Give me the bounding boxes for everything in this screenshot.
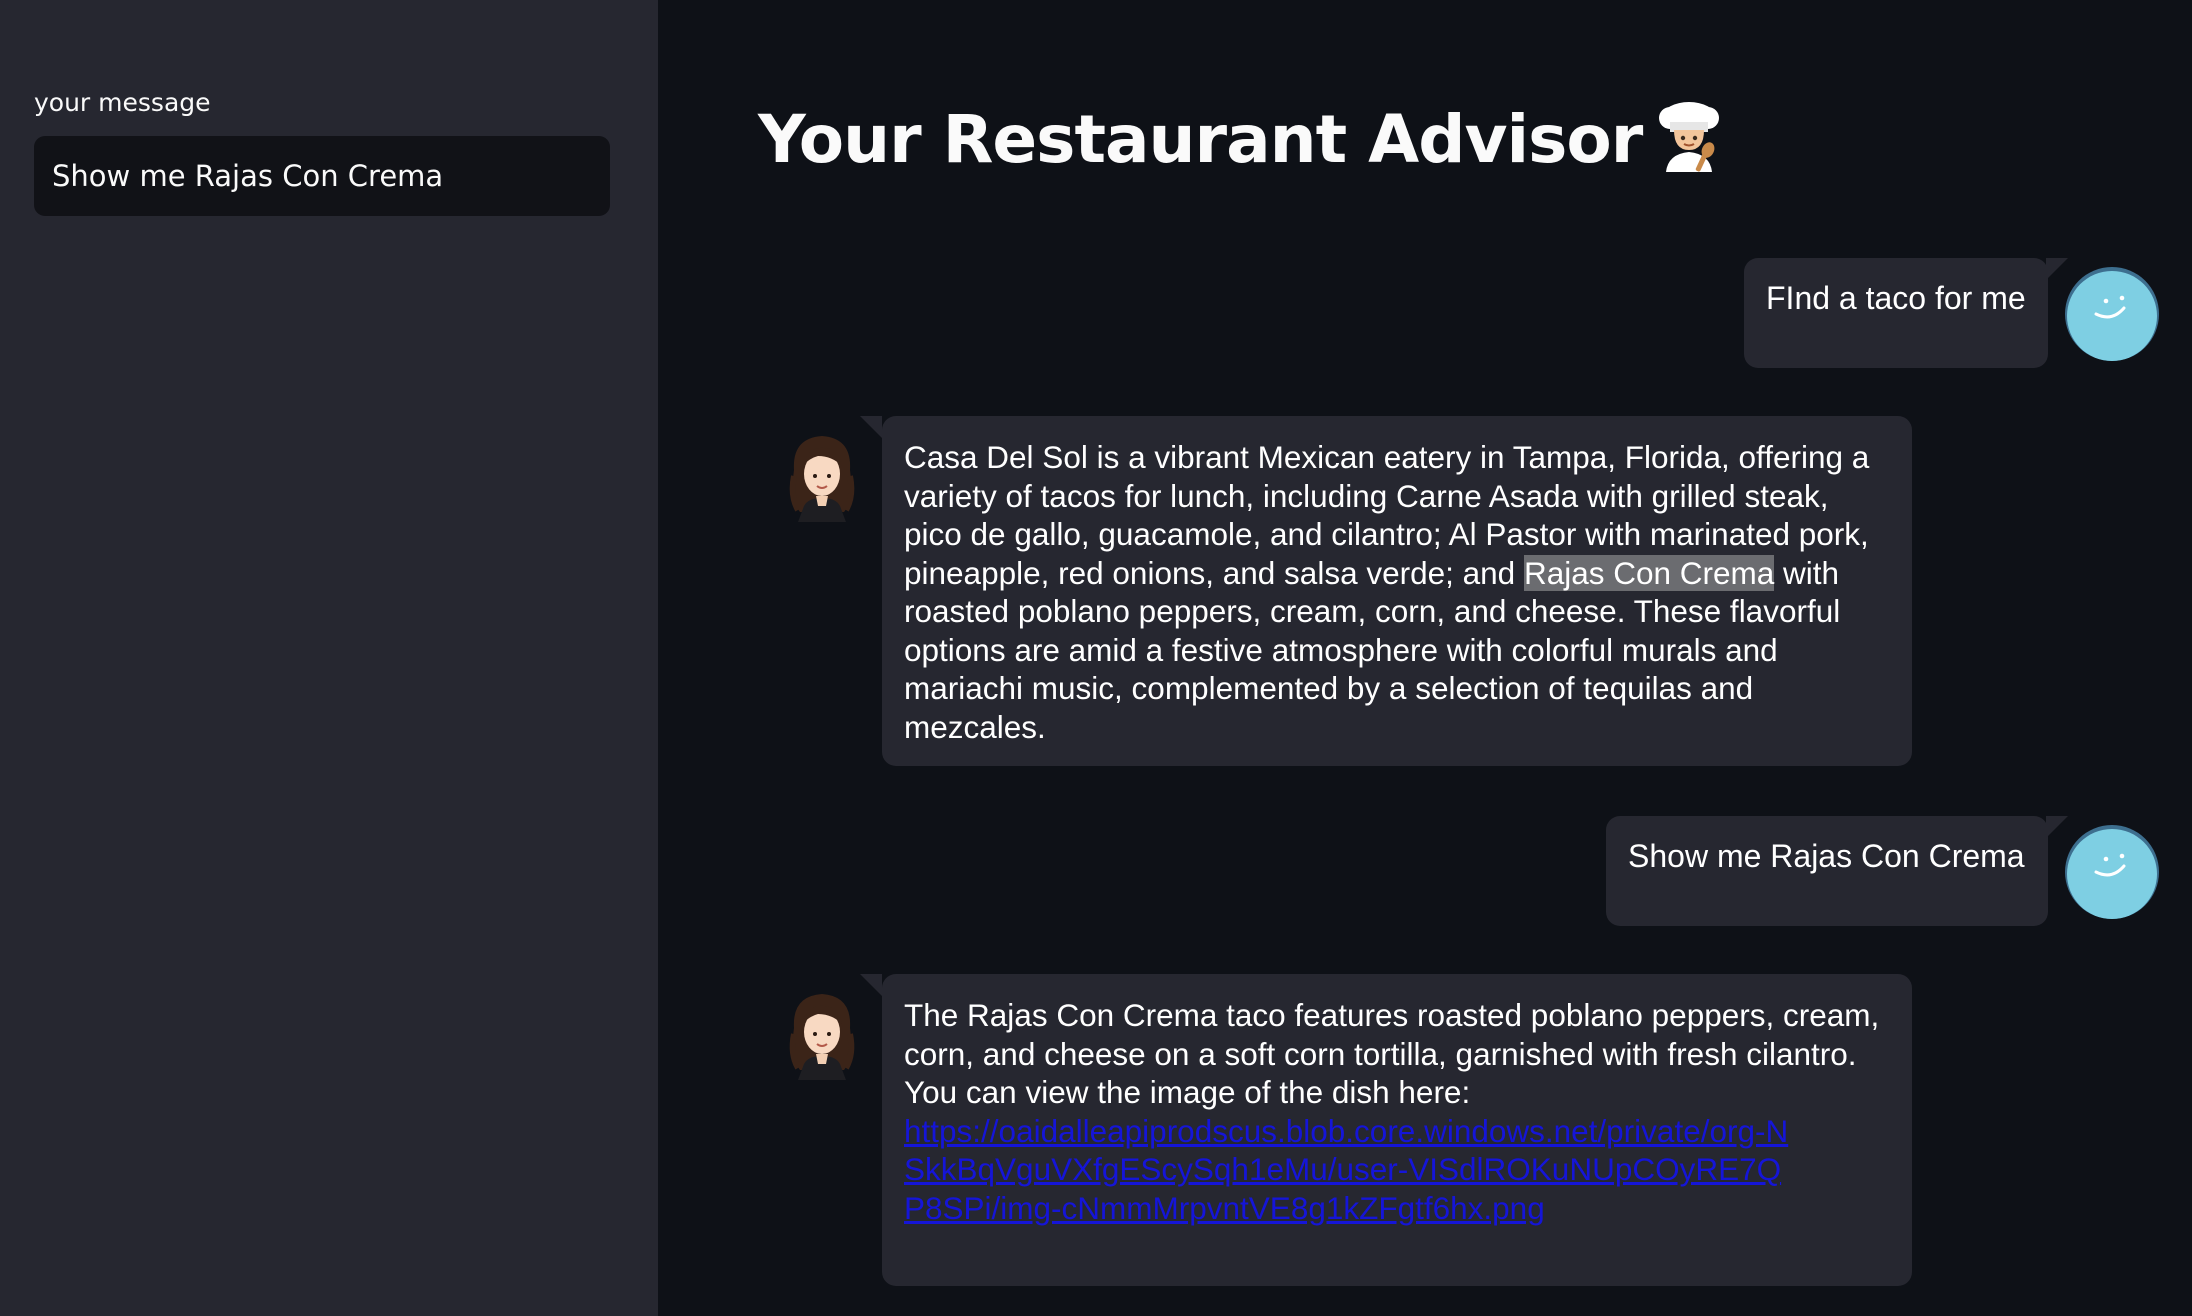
assistant-avatar (774, 426, 870, 522)
woman-avatar-icon (789, 436, 855, 522)
assistant-message-text: The Rajas Con Crema taco features roaste… (904, 997, 1880, 1110)
page-title: Your Restaurant Advisor (758, 100, 1722, 188)
page-title-text: Your Restaurant Advisor (758, 101, 1643, 178)
highlighted-text: Rajas Con Crema (1523, 554, 1775, 591)
dish-image-link[interactable]: https://oaidalleapiprodscus.blob.core.wi… (904, 1112, 1794, 1228)
message-input-label: your message (34, 88, 211, 117)
user-avatar (2064, 824, 2160, 920)
user-avatar (2064, 266, 2160, 362)
assistant-message: Casa Del Sol is a vibrant Mexican eatery… (860, 416, 1912, 766)
smiley-icon (2065, 267, 2159, 361)
smiley-icon (2065, 825, 2159, 919)
user-message-text: Show me Rajas Con Crema (1628, 838, 2025, 874)
sidebar: your message Show me Rajas Con Crema (0, 0, 658, 1316)
message-input[interactable]: Show me Rajas Con Crema (34, 136, 610, 216)
user-message: Show me Rajas Con Crema (1606, 816, 2068, 926)
assistant-avatar (774, 984, 870, 1080)
user-message: FInd a taco for me (1744, 258, 2068, 368)
chef-icon (1656, 100, 1722, 188)
user-message-text: FInd a taco for me (1766, 280, 2026, 316)
woman-avatar-icon (789, 994, 855, 1080)
assistant-message: The Rajas Con Crema taco features roaste… (860, 974, 1912, 1286)
main-content: Your Restaurant Advisor FInd a taco for … (658, 0, 2192, 1316)
